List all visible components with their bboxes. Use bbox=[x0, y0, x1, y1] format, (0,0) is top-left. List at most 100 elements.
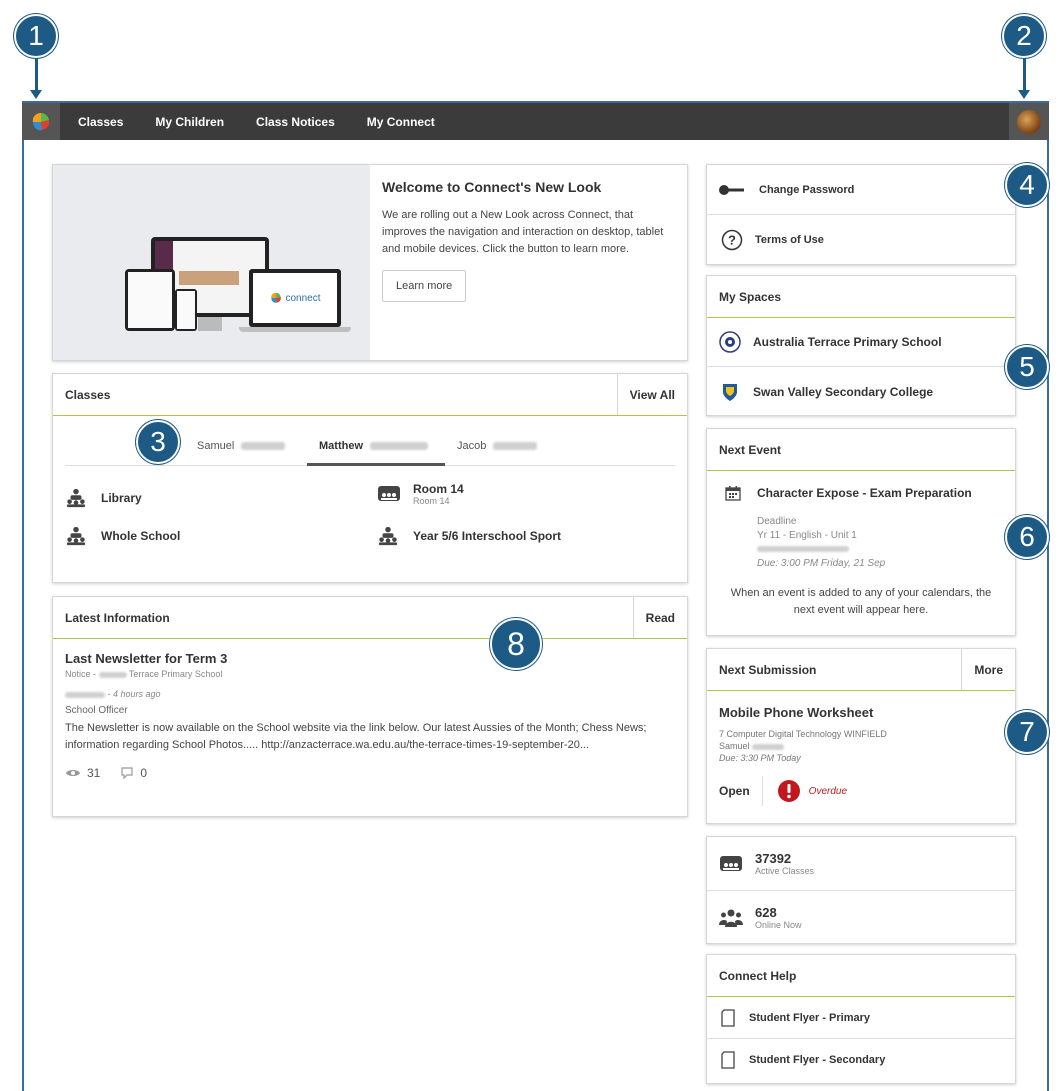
callout-7: 7 bbox=[1005, 710, 1049, 754]
callout-3: 3 bbox=[136, 420, 180, 464]
class-name: Library bbox=[101, 491, 142, 505]
question-icon: ? bbox=[721, 229, 743, 251]
latest-info-card: Latest Information Read Last Newsletter … bbox=[52, 596, 688, 817]
classes-header: Classes View All bbox=[53, 374, 687, 416]
next-submission-header: Next Submission More bbox=[707, 649, 1015, 691]
more-link[interactable]: More bbox=[961, 649, 1015, 690]
event-type: Deadline bbox=[757, 516, 797, 527]
class-item-room-14[interactable]: Room 14 Room 14 bbox=[377, 482, 464, 506]
help-item-secondary[interactable]: Student Flyer - Secondary bbox=[707, 1039, 1015, 1081]
blurred-surname bbox=[370, 442, 429, 451]
classroom-icon bbox=[378, 486, 400, 501]
nav-my-children[interactable]: My Children bbox=[155, 115, 224, 129]
stats-card: 37392 Active Classes 628 Online Now bbox=[706, 836, 1016, 944]
comment-icon[interactable] bbox=[120, 766, 134, 780]
class-item-library[interactable]: Library bbox=[65, 487, 142, 509]
latest-info-body: Last Newsletter for Term 3 Notice - Terr… bbox=[53, 639, 687, 780]
nav-my-connect[interactable]: My Connect bbox=[367, 115, 435, 129]
user-menu[interactable] bbox=[1009, 103, 1049, 140]
callout-5: 5 bbox=[1005, 345, 1049, 389]
document-icon bbox=[721, 1051, 735, 1069]
class-name: Room 14 bbox=[413, 482, 464, 496]
phone-illustration bbox=[175, 289, 197, 331]
stat-text: 37392 Active Classes bbox=[755, 851, 814, 876]
blurred-surname bbox=[241, 442, 286, 451]
connect-help-title: Connect Help bbox=[719, 968, 797, 983]
callout-1-arrowhead bbox=[30, 90, 42, 99]
class-item-year-5-6-sport[interactable]: Year 5/6 Interschool Sport bbox=[377, 525, 561, 547]
event-course: Yr 11 - English - Unit 1 bbox=[757, 530, 857, 541]
next-event-title: Next Event bbox=[719, 442, 782, 457]
school-crest-icon bbox=[723, 383, 737, 401]
nav-classes[interactable]: Classes bbox=[78, 115, 123, 129]
account-card: Change Password ? Terms of Use bbox=[706, 164, 1016, 265]
connect-help-card: Connect Help Student Flyer - Primary Stu… bbox=[706, 954, 1016, 1084]
submission-student: Samuel bbox=[719, 741, 750, 751]
terms-label: Terms of Use bbox=[755, 234, 824, 246]
tab-jacob[interactable]: Jacob bbox=[457, 440, 538, 452]
event-title-row[interactable]: Character Expose - Exam Preparation bbox=[707, 471, 1015, 501]
monitor-stand bbox=[198, 317, 222, 331]
welcome-title: Welcome to Connect's New Look bbox=[382, 179, 602, 195]
overdue-status: Overdue bbox=[808, 785, 848, 797]
calendar-icon bbox=[725, 486, 741, 501]
notice-body: The Newsletter is now available on the S… bbox=[65, 722, 647, 751]
school-crest-icon bbox=[719, 331, 741, 353]
blurred-text bbox=[65, 691, 105, 698]
help-item-label: Student Flyer - Secondary bbox=[749, 1054, 886, 1066]
next-submission-title: Next Submission bbox=[719, 662, 817, 677]
tab-label: Matthew bbox=[319, 440, 363, 452]
welcome-card: connect Welcome to Connect's New Look We… bbox=[52, 164, 688, 361]
tab-samuel[interactable]: Samuel bbox=[197, 440, 286, 452]
my-spaces-header: My Spaces bbox=[707, 276, 1015, 318]
notice-source: Notice - Terrace Primary School bbox=[65, 669, 675, 679]
nav-class-notices[interactable]: Class Notices bbox=[256, 115, 335, 129]
tab-label: Samuel bbox=[197, 440, 235, 452]
view-all-link[interactable]: View All bbox=[616, 374, 687, 415]
avatar bbox=[1017, 109, 1041, 134]
event-details: Deadline Yr 11 - English - Unit 1 Due: 3… bbox=[707, 515, 1015, 571]
learn-more-button[interactable]: Learn more bbox=[382, 270, 467, 302]
classes-card: Classes View All Samuel Matthew Jacob Li… bbox=[52, 373, 688, 583]
terms-of-use-link[interactable]: ? Terms of Use bbox=[707, 215, 1015, 265]
space-name: Australia Terrace Primary School bbox=[753, 335, 942, 349]
next-submission-card: Next Submission More Mobile Phone Worksh… bbox=[706, 648, 1016, 824]
document-icon bbox=[721, 1008, 735, 1027]
tab-matthew[interactable]: Matthew bbox=[307, 432, 445, 466]
tablet-illustration bbox=[125, 269, 175, 331]
callout-4: 4 bbox=[1005, 163, 1049, 207]
connect-help-header: Connect Help bbox=[707, 955, 1015, 997]
class-name: Whole School bbox=[101, 529, 181, 543]
space-name: Swan Valley Secondary College bbox=[753, 384, 934, 399]
connect-logo-icon bbox=[32, 112, 50, 130]
callout-8: 8 bbox=[490, 618, 542, 670]
notice-title[interactable]: Last Newsletter for Term 3 bbox=[65, 651, 675, 666]
blurred-surname bbox=[493, 442, 538, 451]
laptop-brand: connect bbox=[285, 292, 321, 304]
comment-count: 0 bbox=[140, 766, 148, 780]
open-button[interactable]: Open bbox=[719, 776, 763, 806]
connect-logo[interactable] bbox=[22, 103, 60, 140]
class-sub: Room 14 bbox=[413, 496, 450, 506]
space-item-swan-valley[interactable]: Swan Valley Secondary College bbox=[707, 367, 1015, 416]
read-link[interactable]: Read bbox=[632, 597, 687, 638]
blurred-text bbox=[757, 546, 849, 553]
callout-2: 2 bbox=[1002, 14, 1046, 58]
online-now-stat: 628 Online Now bbox=[707, 891, 1015, 944]
change-password-link[interactable]: Change Password bbox=[707, 165, 1015, 215]
stat-text: 628 Online Now bbox=[755, 905, 802, 930]
next-event-header: Next Event bbox=[707, 429, 1015, 471]
stat-label: Active Classes bbox=[755, 866, 815, 876]
classroom-icon bbox=[720, 855, 742, 871]
space-item-australia-terrace[interactable]: Australia Terrace Primary School bbox=[707, 318, 1015, 367]
help-item-primary[interactable]: Student Flyer - Primary bbox=[707, 997, 1015, 1039]
people-icon bbox=[719, 909, 743, 927]
help-item-label: Student Flyer - Primary bbox=[749, 1011, 871, 1024]
tab-label: Jacob bbox=[457, 440, 487, 452]
submission-title[interactable]: Mobile Phone Worksheet bbox=[719, 705, 1003, 720]
next-event-card: Next Event Character Expose - Exam Prepa… bbox=[706, 428, 1016, 636]
class-item-whole-school[interactable]: Whole School bbox=[65, 525, 180, 547]
svg-text:?: ? bbox=[728, 233, 736, 248]
callout-2-arrowhead bbox=[1018, 90, 1030, 99]
notice-time-text: - 4 hours ago bbox=[107, 689, 161, 699]
